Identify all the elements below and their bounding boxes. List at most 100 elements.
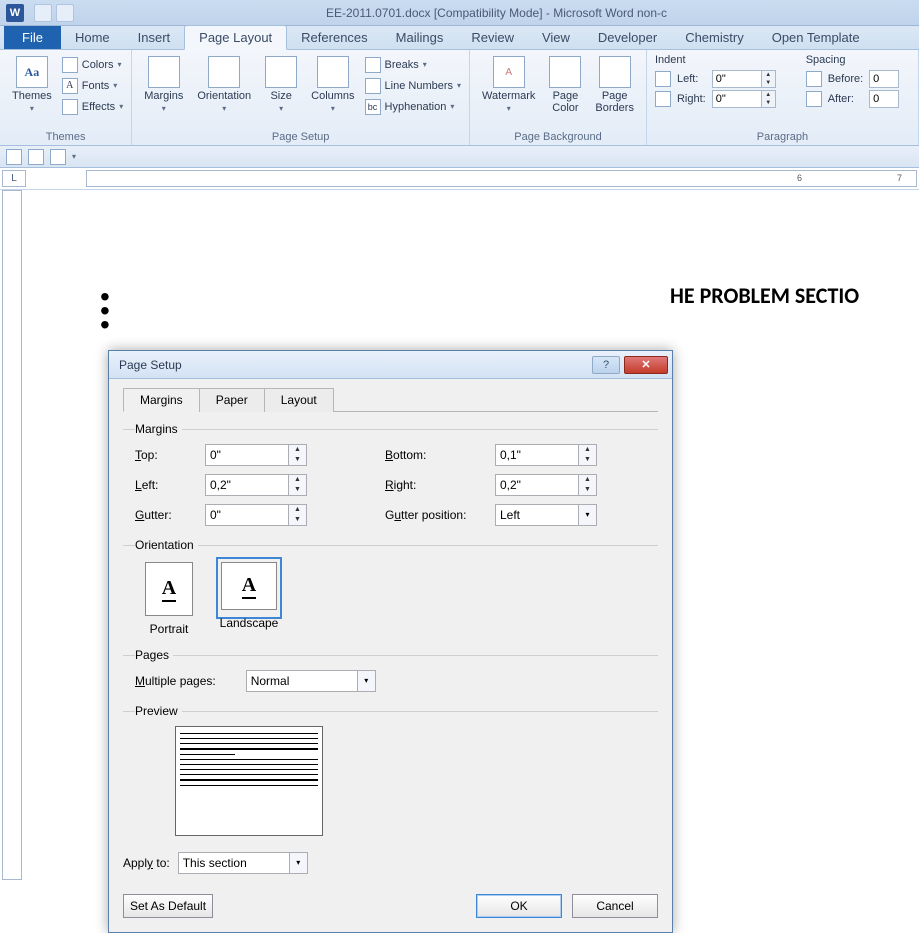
vertical-ruler[interactable] [2, 190, 22, 880]
document-bullets: ••• [100, 290, 110, 332]
theme-effects-button[interactable]: Effects ▾ [62, 96, 123, 117]
tab-insert[interactable]: Insert [124, 26, 185, 49]
margin-right-input[interactable]: ▲▼ [495, 474, 615, 496]
dialog-tabs: Margins Paper Layout [123, 387, 658, 412]
document-heading-text: HE PROBLEM SECTIO [670, 282, 859, 309]
dialog-title: Page Setup [119, 358, 588, 372]
sub-icon-1[interactable] [6, 149, 22, 165]
gutter-label: Gutter: [135, 508, 205, 522]
group-themes: Aa Themes▾ Colors ▾ AFonts ▾ Effects ▾ T… [0, 50, 132, 145]
indent-right-label: Right: [677, 93, 706, 105]
tab-developer[interactable]: Developer [584, 26, 671, 49]
indent-right-icon [655, 91, 671, 107]
spacing-heading: Spacing [806, 54, 899, 66]
themes-button[interactable]: Aa Themes▾ [8, 54, 56, 117]
gutter-position-label: Gutter position: [385, 508, 495, 522]
set-as-default-button[interactable]: Set As Default [123, 894, 213, 918]
orientation-icon [208, 56, 240, 88]
breaks-icon [365, 57, 381, 73]
spacing-after-input[interactable] [869, 90, 899, 108]
tab-mailings[interactable]: Mailings [382, 26, 458, 49]
dialog-help-button[interactable]: ? [592, 356, 620, 374]
quick-access-toolbar [34, 4, 74, 22]
theme-fonts-button[interactable]: AFonts ▾ [62, 75, 123, 96]
sub-dropdown-icon[interactable]: ▾ [72, 152, 76, 161]
group-label-page-background: Page Background [478, 129, 638, 143]
line-numbers-button[interactable]: Line Numbers ▾ [365, 75, 462, 96]
pages-section: Pages Multiple pages: ▾ [123, 648, 658, 696]
dialog-titlebar[interactable]: Page Setup ? ✕ [109, 351, 672, 379]
sub-icon-2[interactable] [28, 149, 44, 165]
qat-save-icon[interactable] [34, 4, 52, 22]
cancel-button[interactable]: Cancel [572, 894, 658, 918]
margins-button[interactable]: Margins▾ [140, 54, 187, 117]
margin-right-label: Right: [385, 478, 495, 492]
indent-left-input[interactable]: ▲▼ [712, 70, 776, 88]
size-button[interactable]: Size▾ [261, 54, 301, 117]
horizontal-ruler[interactable]: 6 7 [86, 170, 917, 187]
spacing-after-label: After: [828, 93, 863, 105]
hyphenation-button[interactable]: bcHyphenation ▾ [365, 96, 462, 117]
apply-to-select[interactable]: ▾ [178, 852, 308, 874]
orientation-button[interactable]: Orientation▾ [193, 54, 255, 117]
dialog-close-button[interactable]: ✕ [624, 356, 668, 374]
dialog-tab-paper[interactable]: Paper [199, 388, 265, 412]
tab-references[interactable]: References [287, 26, 381, 49]
gutter-input[interactable]: ▲▼ [205, 504, 325, 526]
group-page-background: AWatermark▾ Page Color Page Borders Page… [470, 50, 647, 145]
spacing-before-input[interactable] [869, 70, 899, 88]
page-color-icon [549, 56, 581, 88]
breaks-button[interactable]: Breaks ▾ [365, 54, 462, 75]
tab-page-layout[interactable]: Page Layout [184, 25, 287, 50]
gutter-position-select[interactable]: ▾ [495, 504, 615, 526]
watermark-icon: A [493, 56, 525, 88]
document-area[interactable]: ••• HE PROBLEM SECTIO Page Setup ? ✕ Mar… [0, 190, 919, 880]
tab-chemistry[interactable]: Chemistry [671, 26, 758, 49]
tab-review[interactable]: Review [457, 26, 528, 49]
window-title: EE-2011.0701.docx [Compatibility Mode] -… [74, 6, 919, 20]
tab-open-template[interactable]: Open Template [758, 26, 874, 49]
colors-icon [62, 57, 78, 73]
margins-section: Margins Top: ▲▼ Bottom: ▲▼ Left: ▲▼ Righ… [123, 422, 658, 530]
dialog-tab-margins[interactable]: Margins [123, 388, 200, 412]
margin-bottom-label: Bottom: [385, 448, 495, 462]
watermark-button[interactable]: AWatermark▾ [478, 54, 539, 117]
qat-undo-icon[interactable] [56, 4, 74, 22]
size-icon [265, 56, 297, 88]
preview-section: Preview [123, 704, 658, 840]
indent-left-label: Left: [677, 73, 706, 85]
group-label-paragraph: Paragraph [655, 129, 910, 143]
orientation-portrait[interactable]: A Portrait [143, 560, 195, 636]
theme-colors-button[interactable]: Colors ▾ [62, 54, 123, 75]
landscape-icon: A [221, 562, 277, 610]
ok-button[interactable]: OK [476, 894, 562, 918]
tab-view[interactable]: View [528, 26, 584, 49]
page-borders-icon [599, 56, 631, 88]
ribbon: Aa Themes▾ Colors ▾ AFonts ▾ Effects ▾ T… [0, 50, 919, 146]
margin-left-input[interactable]: ▲▼ [205, 474, 325, 496]
pages-section-title: Pages [135, 648, 173, 662]
page-setup-dialog: Page Setup ? ✕ Margins Paper Layout Marg… [108, 350, 673, 933]
page-borders-button[interactable]: Page Borders [591, 54, 638, 116]
columns-button[interactable]: Columns▾ [307, 54, 358, 117]
apply-to-label: Apply to: [123, 856, 170, 870]
sub-icon-3[interactable] [50, 149, 66, 165]
sub-toolbar: ▾ [0, 146, 919, 168]
dialog-tab-layout[interactable]: Layout [264, 388, 334, 412]
tab-stop-selector[interactable]: L [2, 170, 26, 187]
margin-top-input[interactable]: ▲▼ [205, 444, 325, 466]
themes-icon: Aa [16, 56, 48, 88]
multiple-pages-select[interactable]: ▾ [246, 670, 376, 692]
group-label-themes: Themes [8, 129, 123, 143]
margin-bottom-input[interactable]: ▲▼ [495, 444, 615, 466]
orientation-landscape[interactable]: A Landscape [219, 560, 279, 636]
indent-right-input[interactable]: ▲▼ [712, 90, 776, 108]
tab-home[interactable]: Home [61, 26, 124, 49]
orientation-section-title: Orientation [135, 538, 198, 552]
page-color-button[interactable]: Page Color [545, 54, 585, 116]
ruler-row: L 6 7 [0, 168, 919, 190]
columns-icon [317, 56, 349, 88]
spacing-before-icon [806, 71, 822, 87]
tab-file[interactable]: File [4, 26, 61, 49]
ribbon-tab-strip: File Home Insert Page Layout References … [0, 26, 919, 50]
